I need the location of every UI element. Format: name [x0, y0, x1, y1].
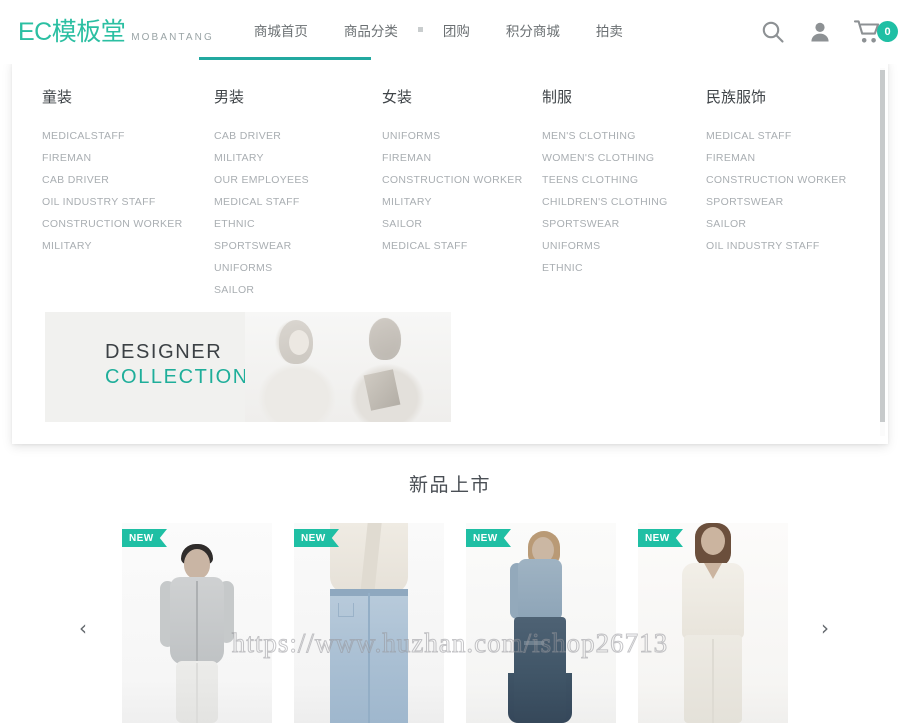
header-icon-group: 0 — [760, 0, 898, 64]
product-image — [466, 523, 616, 723]
mega-link[interactable]: SPORTSWEAR — [706, 191, 872, 213]
column-title: 民族服饰 — [706, 89, 767, 106]
banner-line-1: DESIGNER — [105, 341, 223, 363]
mega-link[interactable]: MEN'S CLOTHING — [542, 125, 706, 147]
column-title: 女装 — [382, 89, 413, 106]
mega-link[interactable]: MEDICALSTAFF — [42, 125, 214, 147]
column-title: 童装 — [42, 89, 73, 106]
mega-link[interactable]: SPORTSWEAR — [542, 213, 706, 235]
banner-line-2: COLLECTIONS — [105, 366, 264, 388]
mega-link[interactable]: CAB DRIVER — [42, 169, 214, 191]
logo-primary-text: EC模板堂 — [18, 17, 126, 46]
product-image — [294, 523, 444, 723]
logo-secondary-text: MOBANTANG — [131, 31, 214, 43]
mega-link[interactable]: OIL INDUSTRY STAFF — [42, 191, 214, 213]
column-title: 制服 — [542, 89, 573, 106]
site-logo[interactable]: EC模板堂 MOBANTANG — [18, 17, 214, 46]
mega-column-kids: 童装 MEDICALSTAFF FIREMAN CAB DRIVER OIL I… — [42, 86, 214, 301]
mega-link[interactable]: SAILOR — [382, 213, 542, 235]
mega-link[interactable]: TEENS CLOTHING — [542, 169, 706, 191]
mega-link[interactable]: FIREMAN — [382, 147, 542, 169]
mega-link[interactable]: SPORTSWEAR — [214, 235, 382, 257]
mega-menu-columns: 童装 MEDICALSTAFF FIREMAN CAB DRIVER OIL I… — [12, 60, 888, 301]
nav-item-points-mall[interactable]: 积分商城 — [488, 0, 578, 64]
mega-link[interactable]: OUR EMPLOYEES — [214, 169, 382, 191]
mega-link[interactable]: UNIFORMS — [214, 257, 382, 279]
mega-column-women: 女装 UNIFORMS FIREMAN CONSTRUCTION WORKER … — [382, 86, 542, 301]
banner-book-prop — [363, 369, 401, 411]
banner-photo — [245, 312, 451, 422]
product-image — [638, 523, 788, 723]
mega-link[interactable]: CONSTRUCTION WORKER — [42, 213, 214, 235]
mega-link[interactable]: SAILOR — [214, 279, 382, 301]
mega-link[interactable]: MEDICAL STAFF — [214, 191, 382, 213]
carousel-prev-arrow-icon[interactable]: ‹ — [70, 615, 96, 641]
nav-item-home[interactable]: 商城首页 — [236, 0, 326, 64]
site-header: EC模板堂 MOBANTANG 商城首页 商品分类 团购 积分商城 拍卖 0 — [0, 0, 900, 64]
designer-collections-banner[interactable]: DESIGNER COLLECTIONS — [45, 312, 451, 422]
column-title: 男装 — [214, 89, 245, 106]
banner-model-face-right — [377, 327, 396, 351]
search-icon[interactable] — [760, 19, 786, 45]
product-card[interactable]: NEW — [638, 523, 788, 723]
mega-link[interactable]: CONSTRUCTION WORKER — [382, 169, 542, 191]
mega-column-men: 男装 CAB DRIVER MILITARY OUR EMPLOYEES MED… — [214, 86, 382, 301]
mega-link[interactable]: MILITARY — [382, 191, 542, 213]
main-navigation: 商城首页 商品分类 团购 积分商城 拍卖 — [236, 0, 641, 64]
mega-link[interactable]: WOMEN'S CLOTHING — [542, 147, 706, 169]
product-card-list: NEW NEW NEW NEW — [122, 523, 788, 723]
user-icon[interactable] — [808, 20, 832, 44]
nav-separator-dot-icon — [417, 26, 423, 32]
product-image — [122, 523, 272, 723]
banner-model-face-left — [289, 330, 309, 355]
active-nav-underline — [199, 57, 371, 60]
carousel-next-arrow-icon[interactable]: › — [812, 615, 838, 641]
category-mega-menu: 童装 MEDICALSTAFF FIREMAN CAB DRIVER OIL I… — [12, 60, 888, 444]
new-arrivals-heading: 新品上市 — [408, 475, 491, 496]
mega-column-ethnic: 民族服饰 MEDICAL STAFF FIREMAN CONSTRUCTION … — [706, 86, 872, 301]
mega-link[interactable]: SAILOR — [706, 213, 872, 235]
cart-count-badge: 0 — [877, 21, 898, 42]
product-card[interactable]: NEW — [294, 523, 444, 723]
page-root: EC模板堂 MOBANTANG 商城首页 商品分类 团购 积分商城 拍卖 0 童… — [0, 0, 900, 723]
product-card[interactable]: NEW — [122, 523, 272, 723]
nav-item-group-buy[interactable]: 团购 — [425, 0, 488, 64]
new-arrivals-carousel: ‹ › NEW NEW NEW NEW — [0, 523, 900, 723]
banner-text-block: DESIGNER COLLECTIONS — [105, 340, 264, 390]
nav-item-categories[interactable]: 商品分类 — [326, 0, 416, 64]
mega-link[interactable]: ETHNIC — [542, 257, 706, 279]
mega-link[interactable]: CAB DRIVER — [214, 125, 382, 147]
mega-link[interactable]: MILITARY — [42, 235, 214, 257]
mega-link[interactable]: ETHNIC — [214, 213, 382, 235]
mega-link[interactable]: CHILDREN'S CLOTHING — [542, 191, 706, 213]
mega-link[interactable]: MEDICAL STAFF — [382, 235, 542, 257]
mega-link[interactable]: MILITARY — [214, 147, 382, 169]
nav-item-auction[interactable]: 拍卖 — [578, 0, 641, 64]
mega-link[interactable]: MEDICAL STAFF — [706, 125, 872, 147]
mega-link[interactable]: CONSTRUCTION WORKER — [706, 169, 872, 191]
mega-link[interactable]: FIREMAN — [706, 147, 872, 169]
mega-menu-scrollbar-thumb[interactable] — [880, 70, 885, 422]
cart-button[interactable]: 0 — [854, 19, 898, 45]
mega-link[interactable]: UNIFORMS — [382, 125, 542, 147]
mega-link[interactable]: UNIFORMS — [542, 235, 706, 257]
product-card[interactable]: NEW — [466, 523, 616, 723]
mega-column-uniforms: 制服 MEN'S CLOTHING WOMEN'S CLOTHING TEENS… — [542, 86, 706, 301]
mega-link[interactable]: FIREMAN — [42, 147, 214, 169]
mega-link[interactable]: OIL INDUSTRY STAFF — [706, 235, 872, 257]
